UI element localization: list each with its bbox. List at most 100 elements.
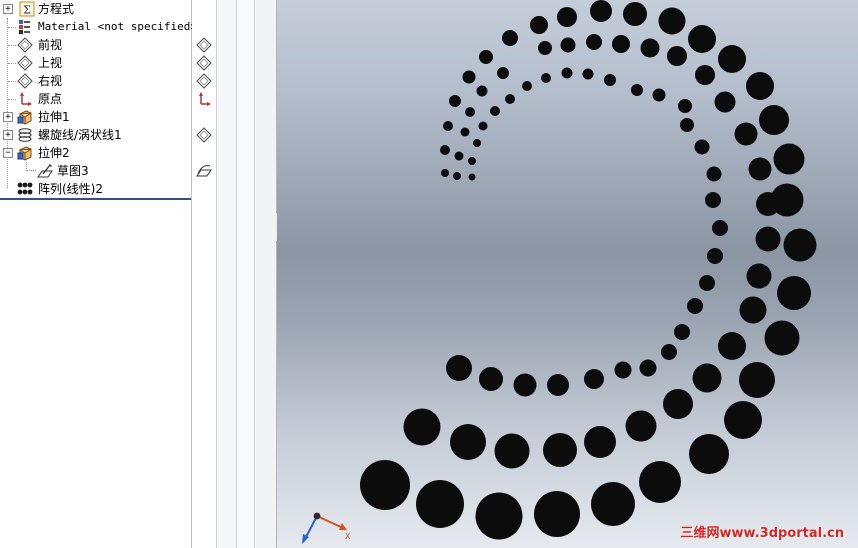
tree-item-extrude2[interactable]: − 拉伸2: [0, 144, 191, 162]
pattern-hole[interactable]: [476, 85, 488, 97]
pattern-hole[interactable]: [522, 81, 532, 91]
pattern-hole[interactable]: [543, 433, 577, 467]
pattern-hole[interactable]: [561, 67, 573, 79]
pattern-hole[interactable]: [530, 16, 548, 34]
pattern-hole[interactable]: [505, 94, 515, 104]
pattern-hole[interactable]: [706, 166, 722, 182]
pattern-hole[interactable]: [746, 72, 774, 100]
collapse-toggle[interactable]: −: [3, 148, 13, 158]
pattern-hole[interactable]: [739, 296, 767, 324]
pattern-hole[interactable]: [465, 107, 475, 117]
pattern-hole[interactable]: [759, 105, 789, 135]
pattern-hole[interactable]: [755, 226, 781, 252]
pattern-hole[interactable]: [695, 65, 715, 85]
pattern-hole[interactable]: [773, 143, 805, 175]
pattern-hole[interactable]: [640, 38, 660, 58]
pattern-hole[interactable]: [584, 369, 604, 389]
pattern-hole[interactable]: [468, 173, 476, 181]
expand-toggle[interactable]: +: [3, 130, 13, 140]
pattern-hole[interactable]: [699, 275, 715, 291]
plane-icon[interactable]: [196, 55, 212, 71]
pattern-hole[interactable]: [705, 192, 721, 208]
pattern-hole[interactable]: [534, 491, 580, 537]
pattern-hole[interactable]: [584, 426, 616, 458]
pattern-hole[interactable]: [460, 127, 470, 137]
pattern-hole[interactable]: [748, 157, 772, 181]
pattern-hole[interactable]: [625, 410, 657, 442]
pattern-hole[interactable]: [586, 34, 602, 50]
pattern-hole[interactable]: [680, 118, 694, 132]
pattern-hole[interactable]: [473, 139, 481, 147]
pattern-hole[interactable]: [590, 0, 612, 22]
pattern-hole[interactable]: [403, 408, 441, 446]
pattern-hole[interactable]: [468, 157, 476, 165]
pattern-hole[interactable]: [692, 363, 722, 393]
pattern-hole[interactable]: [712, 220, 728, 236]
pattern-hole[interactable]: [453, 172, 461, 180]
pattern-hole[interactable]: [443, 121, 453, 131]
pattern-hole[interactable]: [446, 355, 472, 381]
pattern-hole[interactable]: [502, 30, 518, 46]
pattern-hole[interactable]: [440, 145, 450, 155]
pattern-hole[interactable]: [724, 401, 762, 439]
tree-item-sketch3[interactable]: 草图3: [0, 162, 191, 180]
plane-icon[interactable]: [196, 73, 212, 89]
pattern-hole[interactable]: [707, 248, 723, 264]
pattern-hole[interactable]: [658, 7, 686, 35]
pattern-hole[interactable]: [547, 374, 569, 396]
pattern-hole[interactable]: [674, 324, 690, 340]
pattern-hole[interactable]: [478, 121, 488, 131]
pattern-hole[interactable]: [687, 298, 703, 314]
pattern-hole[interactable]: [678, 99, 692, 113]
pattern-hole[interactable]: [494, 433, 530, 469]
pattern-hole[interactable]: [557, 7, 577, 27]
pattern-hole[interactable]: [591, 482, 635, 526]
tree-item-pattern2[interactable]: 阵列(线性)2: [0, 180, 191, 198]
graphics-viewport[interactable]: X 三维网www.3dportal.cn: [277, 0, 858, 548]
plane-icon[interactable]: [196, 37, 212, 53]
pattern-hole[interactable]: [639, 359, 657, 377]
pattern-hole[interactable]: [661, 344, 677, 360]
pattern-hole[interactable]: [689, 434, 729, 474]
pattern-hole[interactable]: [667, 46, 687, 66]
pattern-hole[interactable]: [449, 95, 461, 107]
pattern-hole[interactable]: [623, 2, 647, 26]
pattern-hole[interactable]: [764, 320, 800, 356]
pattern-hole[interactable]: [614, 361, 632, 379]
pattern-hole[interactable]: [475, 492, 523, 540]
tree-item-front-plane[interactable]: 前视: [0, 36, 191, 54]
helix-plane-icon[interactable]: [196, 127, 212, 143]
tree-item-helix1[interactable]: + 螺旋线/涡状线1: [0, 126, 191, 144]
expand-toggle[interactable]: +: [3, 4, 13, 14]
tree-item-material[interactable]: Material <not specified>: [0, 18, 197, 36]
pattern-hole[interactable]: [739, 362, 775, 398]
pattern-hole[interactable]: [497, 67, 509, 79]
pattern-hole[interactable]: [639, 461, 681, 503]
pattern-hole[interactable]: [441, 169, 449, 177]
pattern-hole[interactable]: [734, 122, 758, 146]
pattern-hole[interactable]: [746, 263, 772, 289]
tree-item-origin[interactable]: 原点: [0, 90, 191, 108]
pattern-hole[interactable]: [450, 424, 486, 460]
pattern-hole[interactable]: [631, 84, 643, 96]
pattern-hole[interactable]: [718, 45, 746, 73]
tree-item-equations[interactable]: + Σ 方程式: [0, 0, 191, 18]
expand-toggle[interactable]: +: [3, 112, 13, 122]
pattern-hole[interactable]: [360, 460, 410, 510]
pattern-hole[interactable]: [694, 139, 710, 155]
pattern-hole[interactable]: [783, 228, 817, 262]
pattern-hole[interactable]: [538, 41, 552, 55]
pattern-hole[interactable]: [454, 151, 464, 161]
pattern-hole[interactable]: [462, 70, 476, 84]
pattern-hole[interactable]: [777, 276, 811, 310]
pattern-hole[interactable]: [652, 88, 666, 102]
tree-item-top-plane[interactable]: 上视: [0, 54, 191, 72]
sketch-icon[interactable]: [196, 162, 212, 178]
pattern-hole[interactable]: [582, 68, 594, 80]
pattern-hole[interactable]: [541, 73, 551, 83]
pattern-hole[interactable]: [416, 480, 464, 528]
pattern-hole[interactable]: [756, 192, 780, 216]
tree-item-right-plane[interactable]: 右视: [0, 72, 191, 90]
pattern-hole[interactable]: [490, 106, 500, 116]
pattern-hole[interactable]: [688, 25, 716, 53]
